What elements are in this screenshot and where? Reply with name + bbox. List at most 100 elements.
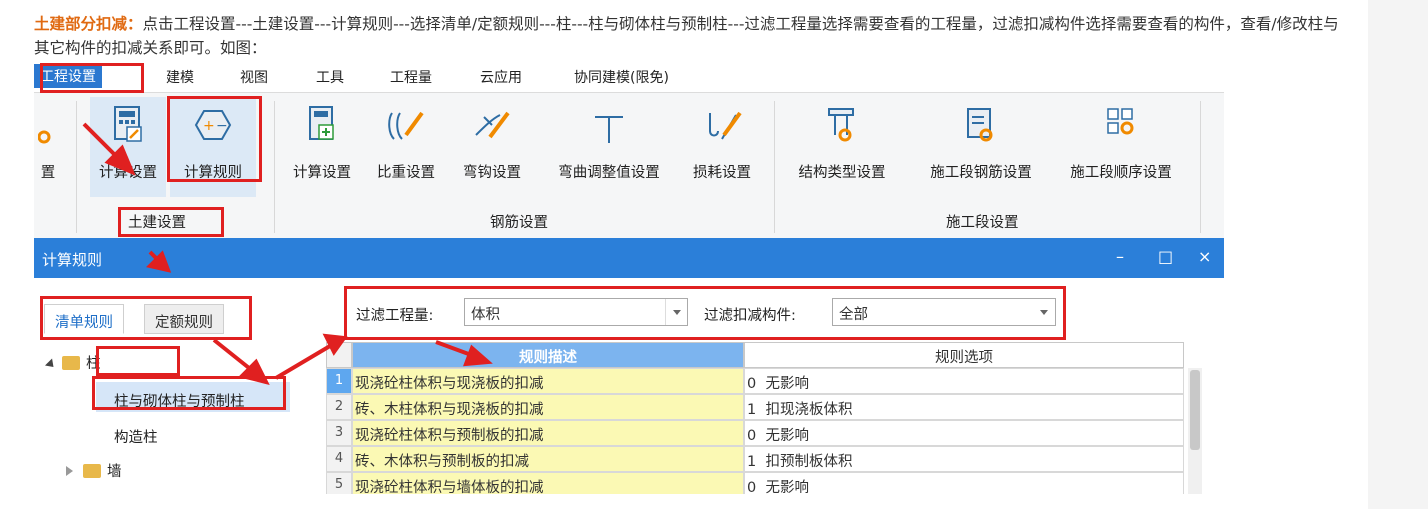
tujian-group-label: 土建设置 — [128, 215, 186, 231]
menu-cloud[interactable]: 云应用 — [480, 67, 522, 87]
window-title: 计算规则 — [42, 251, 103, 269]
maximize-icon[interactable]: □ — [1158, 247, 1173, 266]
gangjin-calc-settings-button[interactable]: 计算设置 — [284, 97, 360, 197]
folder-icon — [83, 464, 101, 478]
rule-option-cell[interactable]: 1 扣预制板体积 — [744, 446, 1184, 472]
ribbon-toolbar: 置 计算设置 + − 计算规则 土建设置 计算设置 比重设置 弯钩设置 弯曲调整值… — [34, 92, 1224, 238]
loss-settings-label: 损耗设置 — [693, 165, 751, 181]
rule-desc-cell[interactable]: 砖、木柱体积与现浇板的扣减 — [352, 394, 744, 420]
menu-tools[interactable]: 工具 — [316, 67, 344, 87]
tree-node-qiang[interactable]: 墙 — [66, 460, 122, 481]
tree-node-label: 柱 — [86, 356, 101, 372]
loss-settings-button[interactable]: 损耗设置 — [682, 97, 762, 197]
partial-settings-label: 置 — [40, 165, 56, 181]
bend-adjust-icon — [542, 97, 676, 149]
rule-desc-cell[interactable]: 现浇砼柱体积与预制板的扣减 — [352, 420, 744, 446]
hook-settings-label: 弯钩设置 — [463, 165, 521, 181]
rebar-weight-icon — [368, 97, 444, 149]
chevron-down-icon[interactable] — [665, 299, 687, 325]
calculator-settings-icon — [90, 97, 166, 149]
filter-quantity-value: 体积 — [471, 307, 500, 323]
calc-rules-icon: + − — [170, 97, 256, 149]
header-rule-desc[interactable]: 规则描述 — [352, 342, 744, 368]
filter-member-value: 全部 — [839, 307, 868, 323]
row-number: 5 — [326, 472, 352, 494]
scrollbar-thumb[interactable] — [1190, 370, 1200, 450]
tree-node-label: 墙 — [107, 464, 122, 480]
tab-quota-rules[interactable]: 定额规则 — [144, 304, 224, 334]
hook-settings-button[interactable]: 弯钩设置 — [454, 97, 530, 197]
row-number: 2 — [326, 394, 352, 420]
structure-type-settings-label: 结构类型设置 — [798, 165, 886, 181]
rule-option-cell[interactable]: 1 扣现浇板体积 — [744, 394, 1184, 420]
filter-member-label: 过滤扣减构件: — [704, 308, 796, 324]
ribbon-divider — [76, 101, 77, 233]
filter-quantity-select[interactable]: 体积 — [464, 298, 688, 326]
bend-adjust-settings-button[interactable]: 弯曲调整值设置 — [542, 97, 676, 197]
gear-icon — [28, 97, 68, 149]
structure-type-settings-button[interactable]: 结构类型设置 — [780, 97, 904, 197]
segment-rebar-settings-button[interactable]: 施工段钢筋设置 — [914, 97, 1048, 197]
segment-rebar-settings-label: 施工段钢筋设置 — [930, 165, 1032, 181]
menu-quantity[interactable]: 工程量 — [390, 67, 432, 87]
shigong-group-label: 施工段设置 — [946, 215, 1019, 231]
collapse-arrow-icon[interactable] — [66, 466, 73, 476]
header-rule-option[interactable]: 规则选项 — [744, 342, 1184, 368]
structure-type-icon — [780, 97, 904, 149]
rule-desc-cell[interactable]: 现浇砼柱体积与墙体板的扣减 — [352, 472, 744, 494]
table-row[interactable]: 3 现浇砼柱体积与预制板的扣减 0 无影响 — [326, 420, 1186, 446]
rule-option-cell[interactable]: 0 无影响 — [744, 368, 1184, 394]
intro-paragraph: 土建部分扣减：点击工程设置---土建设置---计算规则---选择清单/定额规则-… — [34, 12, 1354, 60]
calc-rules-button[interactable]: + − 计算规则 — [170, 97, 256, 197]
gangjin-calc-settings-label: 计算设置 — [293, 165, 351, 181]
chevron-down-icon[interactable] — [1033, 299, 1055, 325]
rule-desc-cell[interactable]: 现浇砼柱体积与现浇板的扣减 — [352, 368, 744, 394]
rule-option-cell[interactable]: 0 无影响 — [744, 420, 1184, 446]
tab-bill-rules[interactable]: 清单规则 — [44, 304, 124, 334]
grid-scrollbar[interactable] — [1188, 368, 1202, 494]
calc-rules-window: 计算规则 – □ × 清单规则 定额规则 柱 柱与砌体柱与预制柱 构造柱 墙 过… — [34, 238, 1224, 494]
rule-desc-cell[interactable]: 砖、木体积与预制板的扣减 — [352, 446, 744, 472]
tree-node-gouzaozhu[interactable]: 构造柱 — [114, 426, 158, 447]
tree-node-zhu[interactable]: 柱 — [44, 352, 101, 373]
menu-modeling[interactable]: 建模 — [166, 67, 194, 87]
tujian-calc-settings-button[interactable]: 计算设置 — [90, 97, 166, 197]
intro-highlight: 土建部分扣减： — [34, 15, 143, 33]
filter-bar: 过滤工程量: 体积 过滤扣减构件: 全部 — [352, 288, 1064, 338]
svg-text:−: − — [216, 118, 228, 134]
intro-text: 点击工程设置---土建设置---计算规则---选择清单/定额规则---柱---柱… — [34, 15, 1339, 57]
window-titlebar: 计算规则 – □ × — [34, 238, 1224, 278]
table-row[interactable]: 5 现浇砼柱体积与墙体板的扣减 0 无影响 — [326, 472, 1186, 494]
weight-settings-button[interactable]: 比重设置 — [368, 97, 444, 197]
weight-settings-label: 比重设置 — [377, 165, 435, 181]
table-row[interactable]: 4 砖、木体积与预制板的扣减 1 扣预制板体积 — [326, 446, 1186, 472]
loss-icon — [682, 97, 762, 149]
menu-view[interactable]: 视图 — [240, 67, 268, 87]
minimize-icon[interactable]: – — [1116, 247, 1124, 266]
filter-member-select[interactable]: 全部 — [832, 298, 1056, 326]
table-row[interactable]: 1 现浇砼柱体积与现浇板的扣减 0 无影响 — [326, 368, 1186, 394]
rule-option-cell[interactable]: 0 无影响 — [744, 472, 1184, 494]
expand-arrow-icon[interactable] — [44, 358, 58, 371]
close-icon[interactable]: × — [1198, 247, 1211, 266]
partial-settings-button[interactable]: 置 — [28, 97, 68, 197]
ribbon-divider — [774, 101, 775, 233]
segment-order-settings-button[interactable]: 施工段顺序设置 — [1054, 97, 1188, 197]
hook-icon — [454, 97, 530, 149]
segment-rebar-icon — [914, 97, 1048, 149]
menu-project-settings[interactable]: 工程设置 — [34, 64, 102, 88]
row-number: 1 — [326, 368, 352, 394]
row-number: 4 — [326, 446, 352, 472]
gangjin-group-label: 钢筋设置 — [490, 215, 548, 231]
menu-collab-modeling[interactable]: 协同建模(限免) — [574, 67, 669, 87]
rules-grid: 规则描述 规则选项 1 现浇砼柱体积与现浇板的扣减 0 无影响 2 砖、木柱体积… — [326, 342, 1204, 494]
grid-corner — [326, 342, 352, 368]
ribbon-menubar: 工程设置 建模 视图 工具 工程量 云应用 协同建模(限免) — [34, 64, 1224, 92]
calc-rules-label: 计算规则 — [184, 165, 242, 181]
calculator-plus-icon — [284, 97, 360, 149]
tree-node-zhu-qiti-yuzhi[interactable]: 柱与砌体柱与预制柱 — [96, 382, 290, 412]
table-row[interactable]: 2 砖、木柱体积与现浇板的扣减 1 扣现浇板体积 — [326, 394, 1186, 420]
segment-order-settings-label: 施工段顺序设置 — [1070, 165, 1172, 181]
folder-icon — [62, 356, 80, 370]
bend-adjust-settings-label: 弯曲调整值设置 — [558, 165, 660, 181]
